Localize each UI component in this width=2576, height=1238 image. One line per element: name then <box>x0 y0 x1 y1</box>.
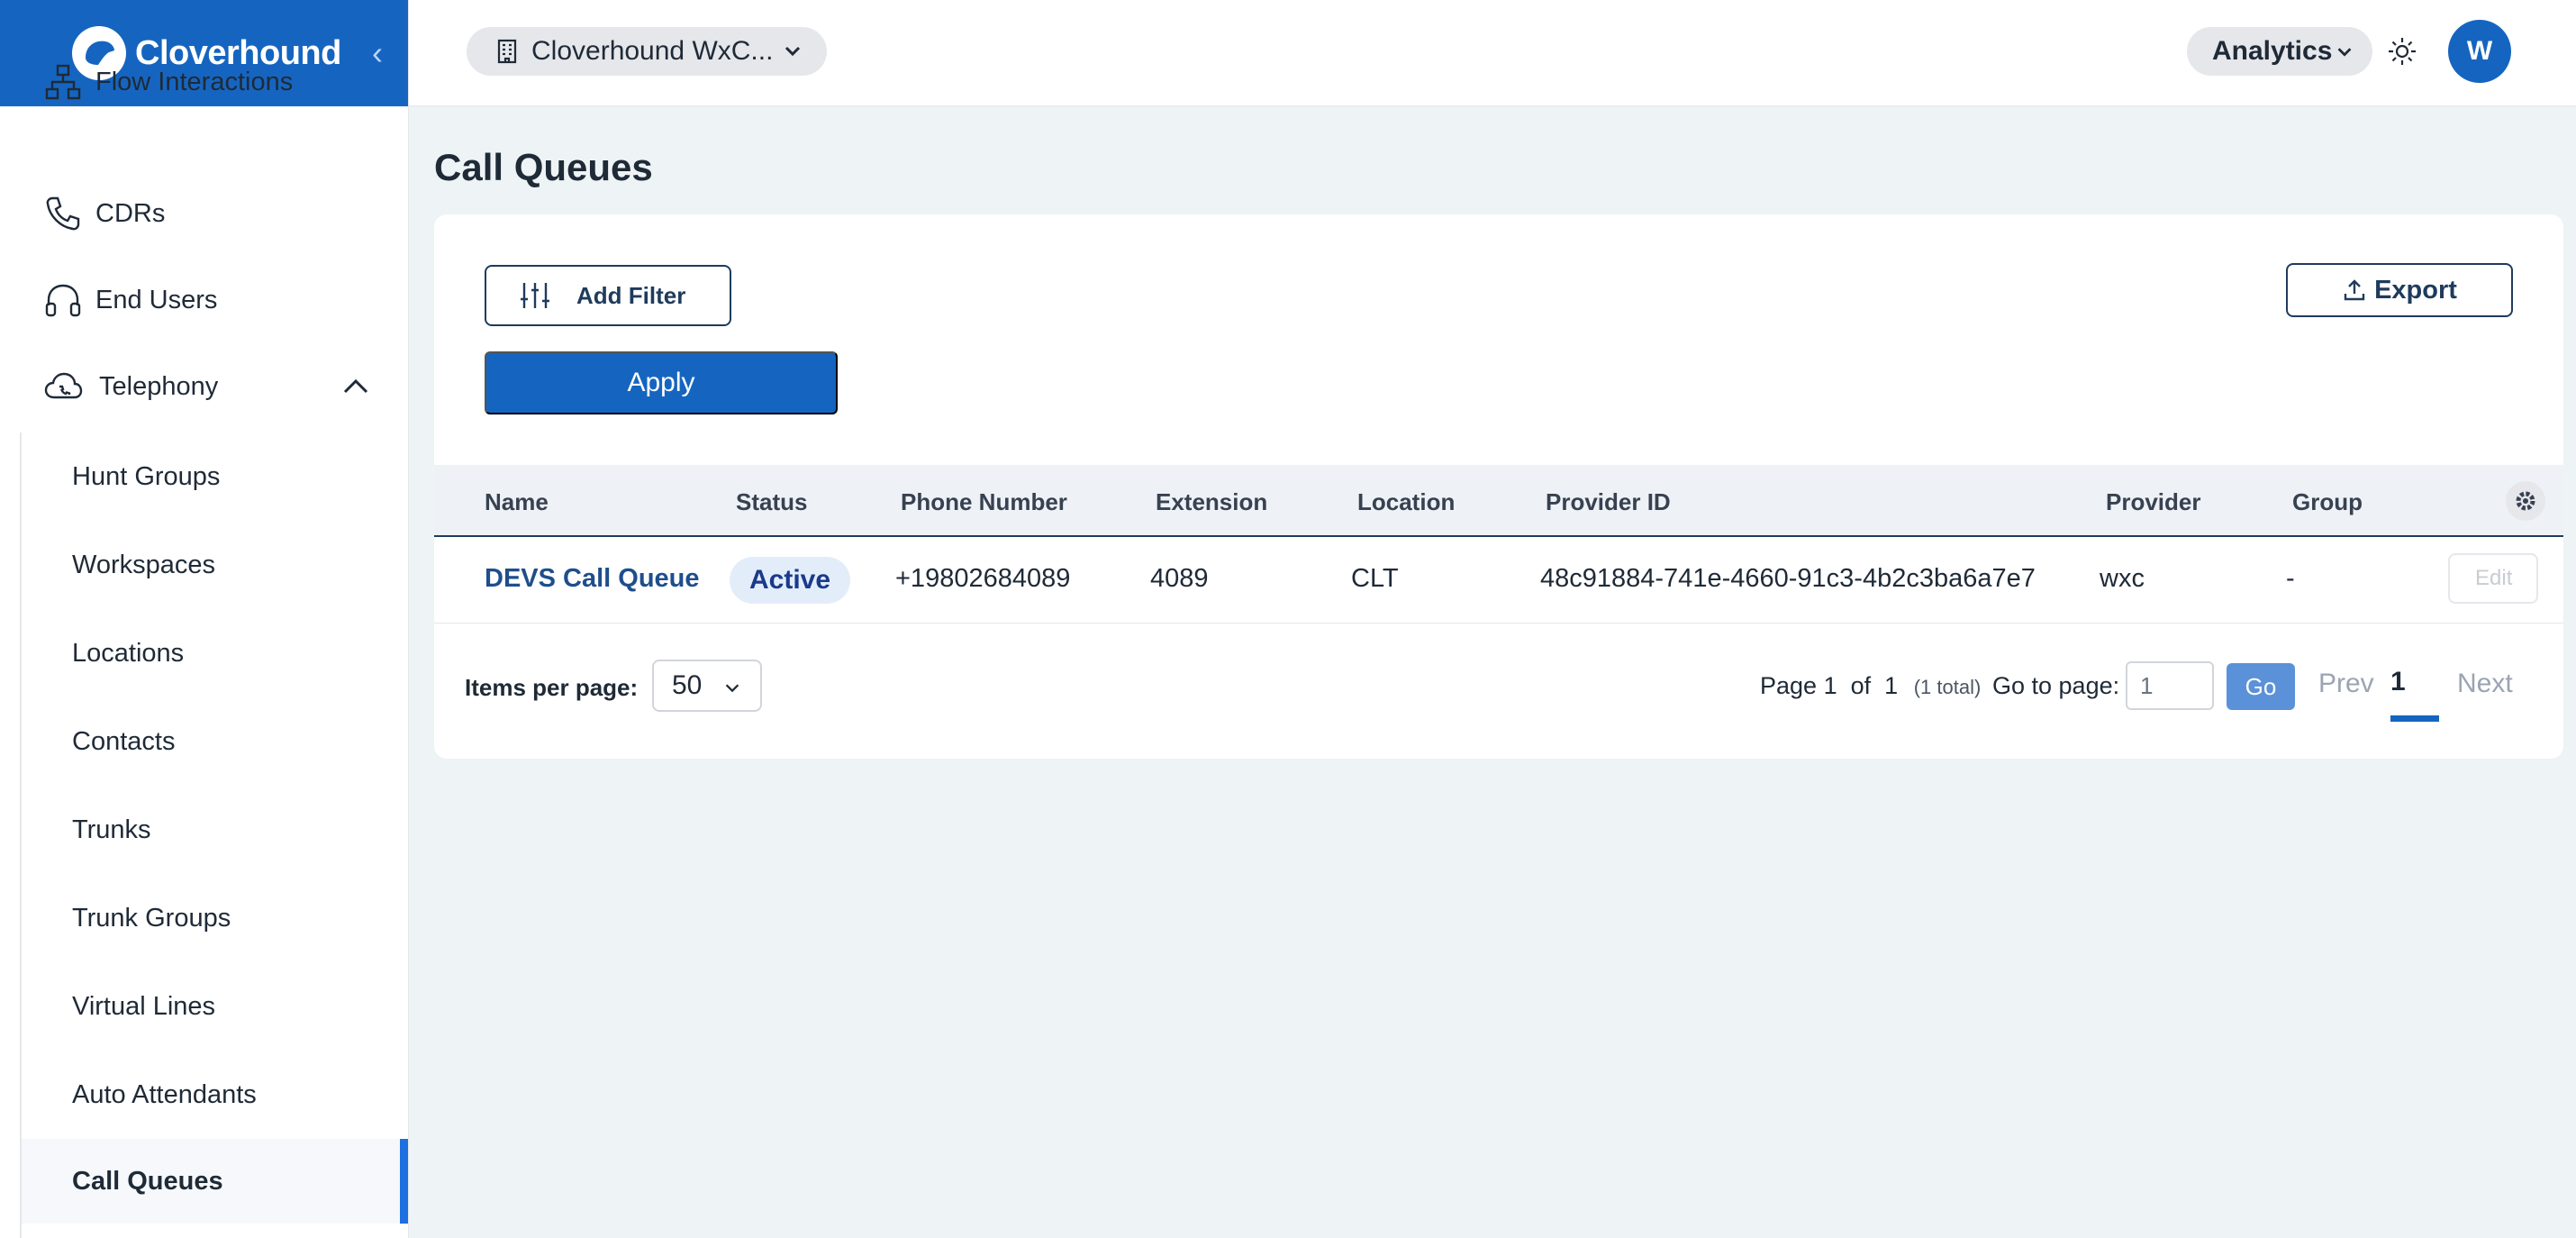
sidebar-item-workspaces[interactable]: Workspaces <box>22 523 408 607</box>
sidebar-item-label: Auto Attendants <box>72 1079 257 1109</box>
sidebar-item-flow-interactions[interactable]: Flow Interactions <box>0 41 408 123</box>
sidebar-item-cdrs[interactable]: CDRs <box>0 173 408 254</box>
go-to-page-label: Go to page: <box>1992 672 2120 699</box>
extension-cell: 4089 <box>1150 564 1209 593</box>
page-current: 1 <box>1823 672 1837 699</box>
sidebar-item-hunt-groups[interactable]: Hunt Groups <box>22 434 408 519</box>
sidebar-item-trunk-groups[interactable]: Trunk Groups <box>22 876 408 960</box>
building-icon <box>497 39 517 64</box>
column-header-provider[interactable]: Provider <box>2106 488 2201 516</box>
status-badge: Active <box>730 557 851 604</box>
chevron-up-icon[interactable] <box>342 378 369 396</box>
location-cell: CLT <box>1351 564 1399 593</box>
sidebar-item-label: Hunt Groups <box>72 461 221 491</box>
organization-name: Cloverhound WxC... <box>531 36 774 66</box>
items-per-page-value: 50 <box>672 670 703 700</box>
table-row: DEVS Call Queue Active +19802684089 4089… <box>434 537 2563 624</box>
gear-icon <box>2516 491 2535 511</box>
group-cell: - <box>2286 564 2295 593</box>
sidebar-item-contacts[interactable]: Contacts <box>22 699 408 784</box>
column-header-extension[interactable]: Extension <box>1156 488 1267 516</box>
column-header-location[interactable]: Location <box>1357 488 1455 516</box>
user-avatar[interactable]: W <box>2448 20 2511 83</box>
edit-button[interactable]: Edit <box>2448 553 2538 604</box>
sidebar-item-locations[interactable]: Locations <box>22 611 408 696</box>
headset-icon <box>45 284 81 317</box>
column-header-name[interactable]: Name <box>485 488 549 516</box>
go-to-page-input[interactable] <box>2126 661 2214 710</box>
page-total: 1 <box>1884 672 1899 699</box>
sidebar-item-call-queues[interactable]: Call Queues <box>22 1139 408 1224</box>
total-note: (1 total) <box>1913 676 1982 698</box>
sidebar-item-label: Virtual Lines <box>72 991 216 1021</box>
page-label: Page <box>1760 672 1818 699</box>
avatar-initial: W <box>2466 36 2493 66</box>
sidebar-item-label: Flow Interactions <box>95 67 294 96</box>
go-label: Go <box>2245 672 2277 700</box>
add-filter-label: Add Filter <box>576 281 686 309</box>
sidebar-item-telephony[interactable]: Telephony <box>0 346 408 427</box>
upload-icon <box>2344 279 2365 301</box>
cloud-phone-icon <box>44 372 83 399</box>
page-title: Call Queues <box>434 146 653 188</box>
current-page-indicator <box>2390 715 2439 722</box>
sidebar-item-label: Contacts <box>72 726 176 756</box>
prev-page-button[interactable]: Prev <box>2318 669 2374 699</box>
sidebar-item-label: Workspaces <box>72 550 216 579</box>
go-button[interactable]: Go <box>2227 663 2295 710</box>
organization-select[interactable]: Cloverhound WxC... <box>467 27 827 76</box>
page-info: Page 1 of 1 (1 total) <box>1760 672 1981 700</box>
pagination-bar: Items per page: 50 Page 1 of 1 (1 total)… <box>434 624 2563 759</box>
sidebar-item-label: Call Queues <box>72 1166 223 1196</box>
export-label: Export <box>2374 275 2457 305</box>
sidebar-item-label: CDRs <box>95 198 166 228</box>
sidebar-item-end-users[interactable]: End Users <box>0 259 408 341</box>
table-header: Name Status Phone Number Extension Locat… <box>434 465 2563 537</box>
sidebar-item-label: End Users <box>95 285 218 314</box>
phone-number-cell: +19802684089 <box>895 564 1071 593</box>
apply-label: Apply <box>627 368 695 397</box>
column-header-group[interactable]: Group <box>2292 488 2363 516</box>
provider-cell: wxc <box>2100 564 2145 593</box>
flow-icon <box>45 64 81 100</box>
sidebar: Cloverhound ‹ Flow Interactions CDRs End… <box>0 0 409 1238</box>
sidebar-item-label: Trunks <box>72 815 151 844</box>
sidebar-item-label: Telephony <box>99 371 219 401</box>
add-filter-button[interactable]: Add Filter <box>485 265 731 326</box>
queue-name-link[interactable]: DEVS Call Queue <box>485 564 700 594</box>
chevron-down-icon <box>785 46 801 57</box>
page-number-button[interactable]: 1 <box>2390 667 2406 697</box>
provider-id-cell: 48c91884-741e-4660-91c3-4b2c3ba6a7e7 <box>1540 564 2036 593</box>
column-header-provider-id[interactable]: Provider ID <box>1546 488 1671 516</box>
sliders-icon <box>521 283 549 308</box>
analytics-label: Analytics <box>2212 36 2333 66</box>
theme-toggle-sun-icon[interactable] <box>2387 36 2417 67</box>
sidebar-item-label: Trunk Groups <box>72 903 231 933</box>
column-header-phone-number[interactable]: Phone Number <box>901 488 1067 516</box>
analytics-menu[interactable]: Analytics <box>2187 27 2372 76</box>
sidebar-item-trunks[interactable]: Trunks <box>22 787 408 872</box>
apply-button[interactable]: Apply <box>485 351 838 414</box>
top-bar: Cloverhound WxC... Analytics W <box>409 0 2576 106</box>
sidebar-item-virtual-lines[interactable]: Virtual Lines <box>22 964 408 1049</box>
phone-icon <box>46 196 80 231</box>
sidebar-item-auto-attendants[interactable]: Auto Attendants <box>22 1052 408 1137</box>
sidebar-item-label: Locations <box>72 638 185 668</box>
column-header-status[interactable]: Status <box>736 488 807 516</box>
chevron-down-icon <box>2337 48 2352 57</box>
chevron-down-icon <box>725 684 739 693</box>
call-queues-card: Add Filter Apply Export Name Status Phon… <box>434 214 2563 759</box>
edit-label: Edit <box>2475 566 2513 590</box>
items-per-page-label: Items per page: <box>465 674 639 701</box>
items-per-page-select[interactable]: 50 <box>652 660 762 712</box>
of-label: of <box>1850 672 1872 699</box>
export-button[interactable]: Export <box>2286 263 2513 317</box>
column-settings-button[interactable] <box>2506 481 2545 521</box>
next-page-button[interactable]: Next <box>2457 669 2513 699</box>
